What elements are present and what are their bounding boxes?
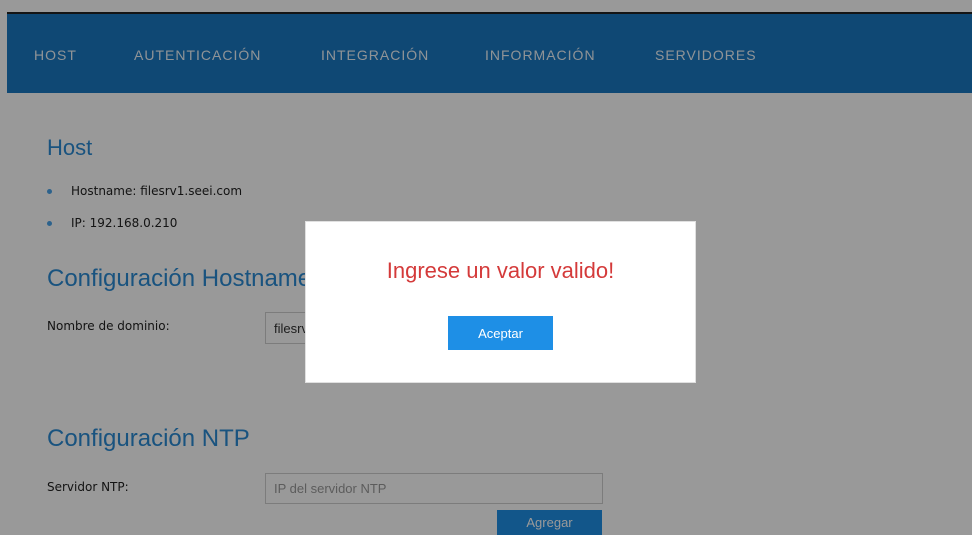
accept-button[interactable]: Aceptar bbox=[448, 316, 553, 350]
page: HOST AUTENTICACIÓN INTEGRACIÓN INFORMACI… bbox=[0, 0, 972, 535]
validation-dialog: Ingrese un valor valido! Aceptar bbox=[305, 221, 696, 383]
validation-message: Ingrese un valor valido! bbox=[386, 258, 615, 283]
